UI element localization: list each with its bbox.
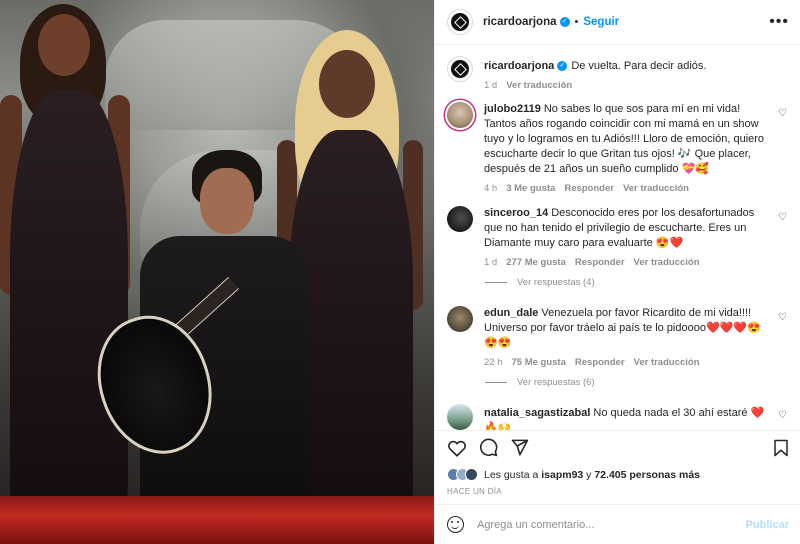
avatar[interactable] bbox=[447, 306, 473, 332]
bookmark-icon[interactable] bbox=[773, 439, 789, 457]
reply-button[interactable]: Responder bbox=[564, 183, 614, 194]
reply-button[interactable]: Responder bbox=[575, 257, 625, 268]
like-comment-heart-icon[interactable]: ♡ bbox=[778, 212, 787, 223]
post-photo[interactable] bbox=[0, 0, 434, 544]
translate-link[interactable]: Ver traducción bbox=[623, 183, 689, 194]
post-timestamp[interactable]: HACE UN DÍA bbox=[447, 487, 502, 496]
likes-user[interactable]: isapm93 bbox=[541, 469, 583, 481]
like-comment-heart-icon[interactable]: ♡ bbox=[778, 312, 787, 323]
translate-link[interactable]: Ver traducción bbox=[634, 357, 700, 368]
comment-likes[interactable]: 75 Me gusta bbox=[512, 357, 566, 368]
caption: ricardoarjona ✓ De vuelta. Para decir adió… bbox=[447, 56, 793, 91]
like-comment-heart-icon[interactable]: ♡ bbox=[778, 108, 787, 119]
verified-badge-icon: ✓ bbox=[557, 61, 568, 72]
more-options-icon[interactable]: ••• bbox=[769, 13, 789, 31]
verified-badge-icon: ✓ bbox=[559, 17, 570, 27]
avatar[interactable] bbox=[447, 206, 473, 232]
comment-item: sinceroo_14 Desconocido eres por los desa… bbox=[447, 206, 793, 268]
caption-username[interactable]: ricardoarjona bbox=[484, 60, 554, 72]
comment-time[interactable]: 22 h bbox=[484, 357, 503, 368]
comment-likes[interactable]: 3 Me gusta bbox=[506, 183, 555, 194]
comment-time[interactable]: 1 d bbox=[484, 257, 497, 268]
view-replies-button[interactable]: Ver respuestas (4) bbox=[485, 277, 595, 288]
view-replies-label: Ver respuestas (6) bbox=[517, 377, 595, 388]
avatar[interactable] bbox=[447, 102, 473, 128]
likes-others[interactable]: 72.405 personas más bbox=[594, 469, 700, 481]
comment-item: julobo2119 No sabes lo que sos para mí en… bbox=[447, 102, 793, 194]
add-comment-bar: Publicar bbox=[435, 504, 800, 544]
comments-list[interactable]: ricardoarjona ✓ De vuelta. Para decir adió… bbox=[435, 46, 800, 430]
likes-prefix: Les gusta a bbox=[484, 468, 539, 481]
header-username[interactable]: ricardoarjona bbox=[483, 16, 557, 28]
likes-summary[interactable]: Les gusta a isapm93 y 72.405 personas má… bbox=[447, 468, 700, 481]
comment-username[interactable]: sinceroo_14 bbox=[484, 207, 548, 219]
like-heart-icon[interactable] bbox=[447, 439, 467, 457]
replies-divider bbox=[485, 282, 507, 283]
comment-likes[interactable]: 277 Me gusta bbox=[506, 257, 566, 268]
brand-logo-icon bbox=[451, 13, 469, 31]
publish-button[interactable]: Publicar bbox=[746, 519, 789, 531]
share-send-icon[interactable] bbox=[510, 438, 529, 457]
post-header: ricardoarjona ✓ • Seguir ••• bbox=[435, 0, 800, 45]
avatar[interactable] bbox=[447, 56, 473, 82]
post-actions-bar bbox=[435, 430, 800, 464]
comment-icon[interactable] bbox=[479, 438, 498, 457]
post-sidebar: ricardoarjona ✓ • Seguir ••• ricardoarjo… bbox=[434, 0, 800, 544]
avatar[interactable] bbox=[447, 9, 473, 35]
liker-avatars bbox=[447, 468, 478, 481]
emoji-picker-icon[interactable] bbox=[447, 516, 464, 533]
view-replies-label: Ver respuestas (4) bbox=[517, 277, 595, 288]
comment-time[interactable]: 4 h bbox=[484, 183, 497, 194]
comment-item: natalia_sagastizabal No queda nada el 30 … bbox=[447, 404, 793, 430]
photo-guitarist bbox=[81, 150, 320, 544]
comment-input[interactable] bbox=[477, 518, 746, 531]
replies-divider bbox=[485, 382, 507, 383]
likes-connector: y bbox=[586, 468, 592, 481]
comment-username[interactable]: natalia_sagastizabal bbox=[484, 407, 590, 419]
comment-username[interactable]: edun_dale bbox=[484, 307, 538, 319]
separator-dot: • bbox=[574, 16, 579, 28]
caption-time[interactable]: 1 d bbox=[484, 80, 497, 91]
photo-stage bbox=[0, 496, 434, 544]
comment-item: edun_dale Venezuela por favor Ricardito d… bbox=[447, 306, 793, 368]
comment-username[interactable]: julobo2119 bbox=[484, 103, 541, 115]
like-comment-heart-icon[interactable]: ♡ bbox=[778, 410, 787, 421]
reply-button[interactable]: Responder bbox=[575, 357, 625, 368]
translate-link[interactable]: Ver traducción bbox=[506, 80, 572, 91]
follow-button[interactable]: Seguir bbox=[583, 16, 619, 28]
view-replies-button[interactable]: Ver respuestas (6) bbox=[485, 377, 595, 388]
caption-text: De vuelta. Para decir adiós. bbox=[571, 60, 707, 72]
brand-logo-icon bbox=[451, 60, 469, 78]
translate-link[interactable]: Ver traducción bbox=[634, 257, 700, 268]
avatar[interactable] bbox=[447, 404, 473, 430]
